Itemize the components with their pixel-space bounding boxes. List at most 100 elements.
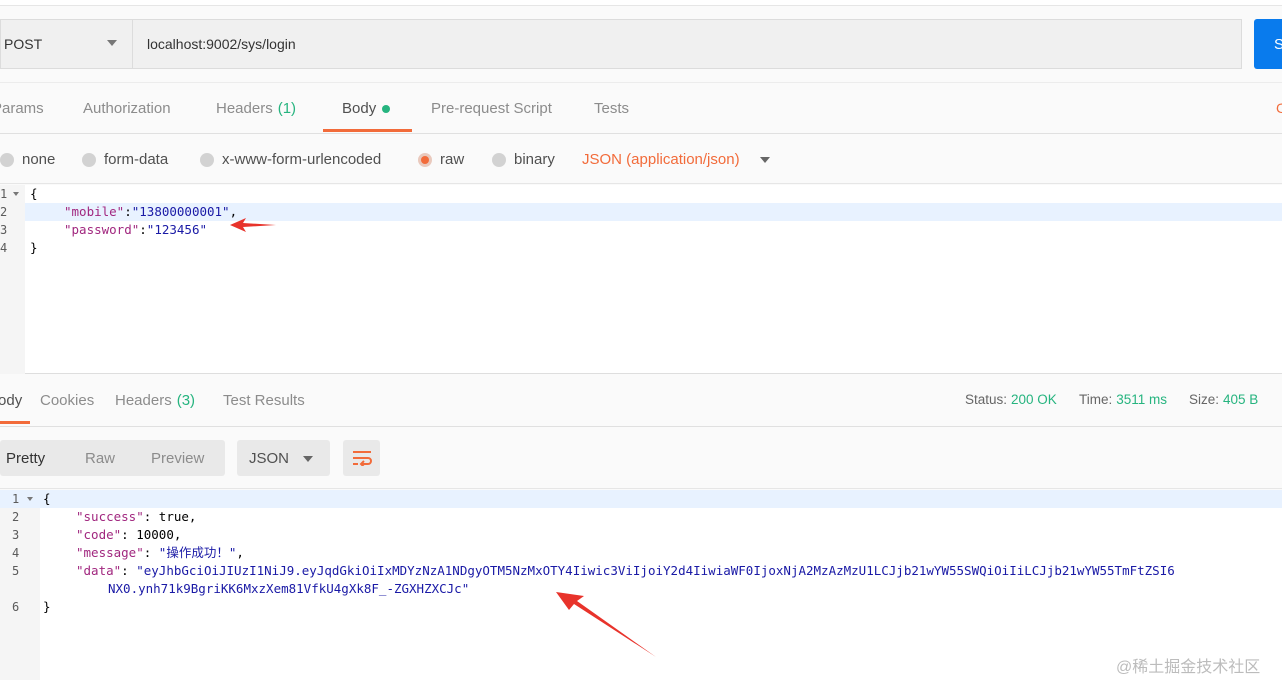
code-line: { bbox=[30, 185, 38, 203]
tab-params-label: Params bbox=[0, 100, 44, 117]
radio-form-data[interactable]: form-data bbox=[82, 151, 168, 168]
method-select[interactable]: POST bbox=[0, 19, 132, 69]
line-number: 4 bbox=[0, 241, 8, 255]
json-key: "data" bbox=[76, 563, 122, 578]
json-string: "eyJhbGciOiJIUzI1NiJ9.eyJqdGkiOiIxMDYzNz… bbox=[136, 563, 1175, 578]
chevron-down-icon[interactable] bbox=[760, 157, 770, 163]
radio-circle-icon bbox=[0, 152, 14, 167]
active-line-highlight bbox=[0, 490, 1282, 508]
tab-prerequest-script[interactable]: Pre-request Script bbox=[431, 83, 552, 134]
format-label: JSON bbox=[249, 449, 290, 467]
raw-button[interactable]: Raw bbox=[85, 440, 115, 476]
code-line: } bbox=[30, 239, 38, 257]
radio-raw[interactable]: raw bbox=[418, 151, 464, 168]
fold-arrow-icon[interactable] bbox=[27, 497, 33, 501]
url-text: localhost:9002/sys/login bbox=[147, 36, 296, 52]
line-number: 5 bbox=[12, 564, 20, 578]
tab-cookies-label: Cookies bbox=[40, 392, 95, 409]
fold-arrow-icon[interactable] bbox=[13, 192, 19, 196]
json-key: "message" bbox=[76, 545, 144, 560]
send-label: S bbox=[1274, 35, 1282, 53]
radio-form-data-label: form-data bbox=[104, 151, 169, 168]
tab-response-body-label: Body bbox=[0, 392, 23, 409]
tab-response-headers[interactable]: Headers (3) bbox=[115, 375, 195, 426]
status-label: Status: bbox=[965, 392, 1008, 407]
preview-button[interactable]: Preview bbox=[151, 440, 204, 476]
view-mode-segmented: Pretty Raw Preview bbox=[0, 440, 225, 476]
json-boolean: true bbox=[158, 509, 189, 524]
headers-count-badge: (3) bbox=[176, 392, 196, 409]
format-select[interactable]: JSON bbox=[237, 440, 330, 476]
time-value: 3511 ms bbox=[1116, 392, 1168, 407]
tab-cookies[interactable]: Cookies bbox=[40, 375, 94, 426]
radio-selected-icon bbox=[418, 152, 432, 167]
body-active-dot-icon bbox=[382, 104, 391, 113]
brace: { bbox=[43, 491, 51, 506]
active-tab-indicator bbox=[0, 421, 30, 424]
watermark: @稀土掘金技术社区 bbox=[1116, 659, 1261, 676]
radio-none[interactable]: none bbox=[0, 151, 55, 168]
tab-response-headers-label: Headers bbox=[115, 392, 172, 409]
radio-binary[interactable]: binary bbox=[492, 151, 555, 168]
tab-authorization-label: Authorization bbox=[83, 100, 171, 117]
json-string: "123456" bbox=[146, 222, 208, 237]
size-label: Size: bbox=[1189, 392, 1220, 407]
json-string: "13800000001" bbox=[131, 204, 230, 219]
status-readout: Status: 200 OK bbox=[965, 392, 1057, 407]
body-type-selector: none form-data x-www-form-urlencoded raw… bbox=[0, 134, 1282, 184]
radio-none-label: none bbox=[22, 151, 56, 168]
tab-params[interactable]: Params bbox=[0, 83, 44, 134]
json-key: "mobile" bbox=[64, 204, 125, 219]
tab-authorization[interactable]: Authorization bbox=[83, 83, 171, 134]
tab-tests[interactable]: Tests bbox=[594, 83, 629, 134]
url-input[interactable]: localhost:9002/sys/login bbox=[132, 19, 1242, 69]
tab-body[interactable]: Body bbox=[342, 83, 391, 134]
status-value: 200 OK bbox=[1011, 392, 1057, 407]
chevron-down-icon bbox=[303, 456, 313, 462]
tab-test-results[interactable]: Test Results bbox=[223, 375, 305, 426]
code-line: "password":"123456" bbox=[64, 222, 208, 237]
radio-urlencoded[interactable]: x-www-form-urlencoded bbox=[200, 151, 381, 168]
tab-prerequest-label: Pre-request Script bbox=[431, 100, 552, 117]
code-line: "code": 10000, bbox=[76, 527, 182, 542]
brace: } bbox=[30, 240, 38, 255]
annotation-arrow-icon bbox=[556, 592, 656, 657]
wrap-icon bbox=[352, 451, 372, 466]
tab-response-body[interactable]: Body bbox=[0, 375, 22, 426]
radio-binary-label: binary bbox=[514, 151, 555, 168]
tab-tests-label: Tests bbox=[594, 100, 630, 117]
annotation-arrow-icon bbox=[230, 218, 276, 232]
json-string: NX0.ynh71k9BgriKK6MxzXem81VfkU4gXk8F_-ZG… bbox=[108, 581, 470, 596]
cookies-link[interactable]: C bbox=[1276, 100, 1282, 116]
pretty-button[interactable]: Pretty bbox=[6, 440, 45, 476]
json-key: "success" bbox=[76, 509, 144, 524]
radio-circle-icon bbox=[492, 152, 506, 167]
send-button[interactable]: S bbox=[1254, 19, 1282, 69]
brace: } bbox=[43, 599, 51, 614]
code-line: "success": true, bbox=[76, 509, 197, 524]
brace: { bbox=[30, 186, 38, 201]
wrap-lines-button[interactable] bbox=[343, 440, 380, 476]
line-number: 3 bbox=[0, 223, 8, 237]
json-number: 10000 bbox=[136, 527, 174, 542]
tab-headers-label: Headers bbox=[216, 100, 273, 117]
method-label: POST bbox=[4, 36, 43, 52]
headers-count-badge: (1) bbox=[277, 100, 297, 117]
code-line: { bbox=[43, 490, 51, 508]
line-number: 2 bbox=[12, 510, 20, 524]
content-type-dropdown[interactable]: JSON (application/json) bbox=[582, 151, 740, 168]
tab-body-label: Body bbox=[342, 100, 377, 117]
request-body-editor[interactable]: 1 2 3 4 { "mobile":"13800000001", "passw… bbox=[0, 185, 1282, 374]
size-readout: Size: 405 B bbox=[1189, 392, 1258, 407]
code-line: "data": "eyJhbGciOiJIUzI1NiJ9.eyJqdGkiOi… bbox=[76, 563, 1175, 578]
json-key: "code" bbox=[76, 527, 122, 542]
radio-raw-label: raw bbox=[440, 151, 465, 168]
request-tabs: Params Authorization Headers(1) Body Pre… bbox=[0, 82, 1282, 134]
tab-headers[interactable]: Headers (1) bbox=[216, 83, 296, 134]
tab-test-results-label: Test Results bbox=[223, 392, 305, 409]
response-toolbar: Pretty Raw Preview JSON bbox=[0, 427, 1282, 489]
code-line: NX0.ynh71k9BgriKK6MxzXem81VfkU4gXk8F_-ZG… bbox=[108, 580, 469, 598]
response-tabs: Body Cookies Headers(3) Test Results Sta… bbox=[0, 375, 1282, 427]
chevron-down-icon bbox=[107, 40, 117, 46]
line-number: 2 bbox=[0, 205, 8, 219]
